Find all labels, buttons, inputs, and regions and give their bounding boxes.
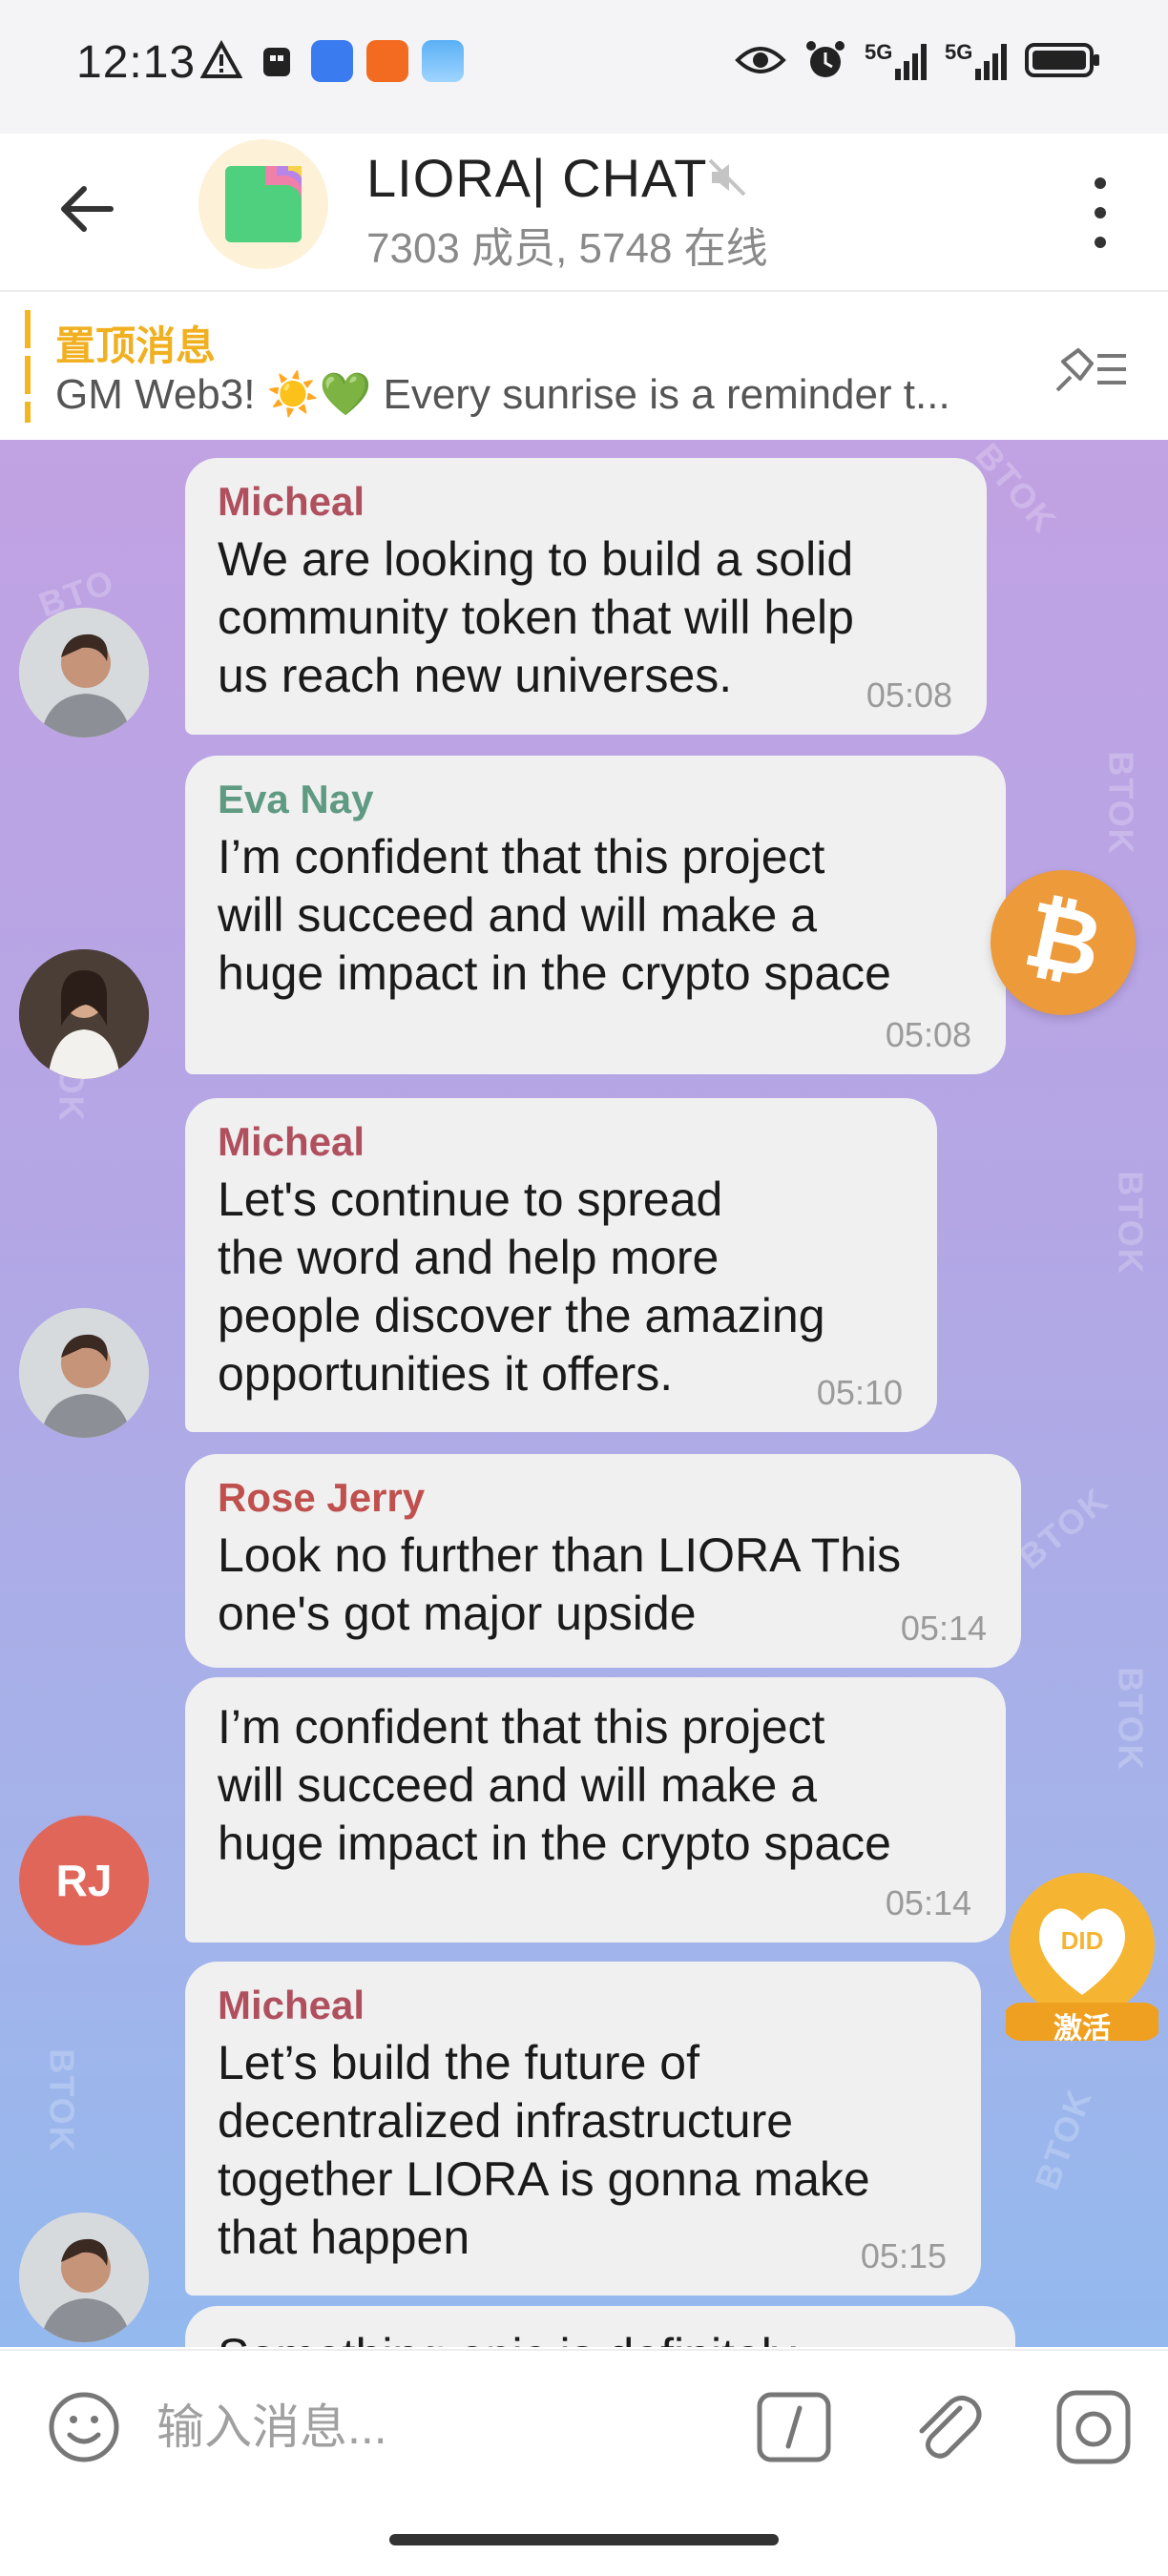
message-text: I’m confident that this project will suc…: [218, 830, 891, 1000]
shopping-app-icon: [366, 40, 408, 82]
eye-icon: [735, 47, 786, 73]
bitcoin-button[interactable]: ₿: [991, 870, 1136, 1015]
message-bubble[interactable]: Micheal Let's continue to spread the wor…: [185, 1098, 937, 1432]
chat-messages-area[interactable]: BTOK BTO BTOK BTOK BTOK BTOK BTOK BTOK B…: [0, 440, 1168, 2347]
background-doodle: BTOK: [1111, 1667, 1151, 1772]
message-text: Let’s build the future of decentralized …: [218, 2036, 870, 2264]
pinned-indicator: [25, 310, 31, 423]
attach-icon[interactable]: [905, 2387, 985, 2467]
pinned-message[interactable]: 置顶消息 GM Web3! ☀️💚 Every sunrise is a rem…: [0, 293, 1168, 440]
sender-name[interactable]: Rose Jerry: [218, 1475, 989, 1521]
message-input-bar: [0, 2349, 1168, 2502]
message-text: Let's continue to spread the word and he…: [218, 1173, 825, 1401]
message-text: I’m confident that this project will suc…: [218, 1700, 891, 1870]
message-text: We are looking to build a solid communit…: [218, 532, 854, 702]
background-doodle: BTOK: [42, 2048, 82, 2153]
bug-icon: [263, 48, 290, 76]
sender-name[interactable]: Micheal: [218, 1983, 949, 2028]
emoji-icon[interactable]: [46, 2389, 122, 2465]
member-count: 7303 成员, 5748 在线: [366, 225, 768, 272]
message-time: 05:08: [885, 1015, 971, 1054]
pinned-list-icon[interactable]: [1050, 341, 1130, 398]
signal-1-icon: 5G: [865, 38, 928, 82]
avatar[interactable]: [19, 1308, 149, 1438]
message-time: 05:14: [885, 1883, 971, 1922]
pinned-text: GM Web3! ☀️💚 Every sunrise is a reminder…: [55, 371, 950, 418]
home-indicator[interactable]: [389, 2534, 779, 2545]
did-label: DID: [1060, 1926, 1104, 1955]
activate-label: 激活: [1053, 2013, 1111, 2045]
liora-logo-icon: [225, 166, 302, 242]
status-left-icons: [200, 40, 464, 82]
bot-commands-icon[interactable]: [754, 2387, 834, 2467]
message-input[interactable]: [156, 2389, 729, 2465]
background-doodle: BTOK: [1111, 1171, 1151, 1276]
svg-text:₿: ₿: [1016, 880, 1112, 1000]
sender-name[interactable]: Micheal: [218, 479, 954, 525]
status-bar: 12:13 5G 5G: [0, 0, 1168, 134]
pinned-title: 置顶消息: [55, 323, 217, 368]
background-doodle: BTOK: [1101, 751, 1141, 856]
message-bubble[interactable]: Eva Nay I’m confident that this project …: [185, 756, 1006, 1074]
more-options-button[interactable]: [1086, 177, 1115, 248]
message-time: 05:10: [816, 1373, 903, 1412]
message-bubble[interactable]: Micheal We are looking to build a solid …: [185, 458, 987, 735]
alarm-icon: [806, 41, 845, 77]
camera-icon[interactable]: [1053, 2387, 1134, 2467]
message-bubble[interactable]: Something epic is definitely: [185, 2306, 1015, 2347]
battery-icon: [1025, 43, 1099, 77]
weather-app-icon: [422, 40, 464, 82]
signal-2-icon: 5G: [945, 38, 1008, 82]
bitcoin-icon: ₿: [1016, 880, 1112, 1000]
honor-app-icon: [311, 40, 353, 82]
status-time: 12:13: [76, 37, 197, 88]
sender-name[interactable]: Eva Nay: [218, 777, 973, 822]
chat-header: LIORA| CHAT 7303 成员, 5748 在线: [0, 134, 1168, 292]
message-bubble[interactable]: I’m confident that this project will suc…: [185, 1677, 1006, 1942]
message-bubble[interactable]: Rose Jerry Look no further than LIORA Th…: [185, 1454, 1021, 1668]
message-time: 05:08: [866, 675, 952, 715]
group-avatar[interactable]: [198, 139, 328, 269]
background-doodle: BTOK: [1027, 2083, 1100, 2195]
muted-icon: [708, 158, 746, 197]
avatar[interactable]: [19, 608, 149, 737]
message-bubble[interactable]: Micheal Let’s build the future of decent…: [185, 1962, 981, 2296]
chat-title[interactable]: LIORA| CHAT: [366, 147, 707, 209]
message-time: 05:15: [860, 2236, 947, 2275]
back-arrow-icon[interactable]: [55, 176, 122, 242]
avatar[interactable]: [19, 2212, 149, 2342]
avatar-initials: RJ: [55, 1856, 113, 1905]
message-text: Look no further than LIORA This one's go…: [218, 1528, 902, 1640]
message-text: Something epic is definitely: [218, 2327, 983, 2347]
message-time: 05:14: [900, 1609, 987, 1648]
warning-icon: [200, 40, 242, 78]
status-right-icons: 5G 5G: [735, 38, 1101, 82]
background-doodle: BTOK: [1011, 1479, 1116, 1577]
did-activate-button[interactable]: DID 激活: [1002, 1861, 1162, 2045]
avatar[interactable]: RJ: [19, 1816, 149, 1945]
avatar[interactable]: [19, 949, 149, 1079]
sender-name[interactable]: Micheal: [218, 1119, 905, 1165]
